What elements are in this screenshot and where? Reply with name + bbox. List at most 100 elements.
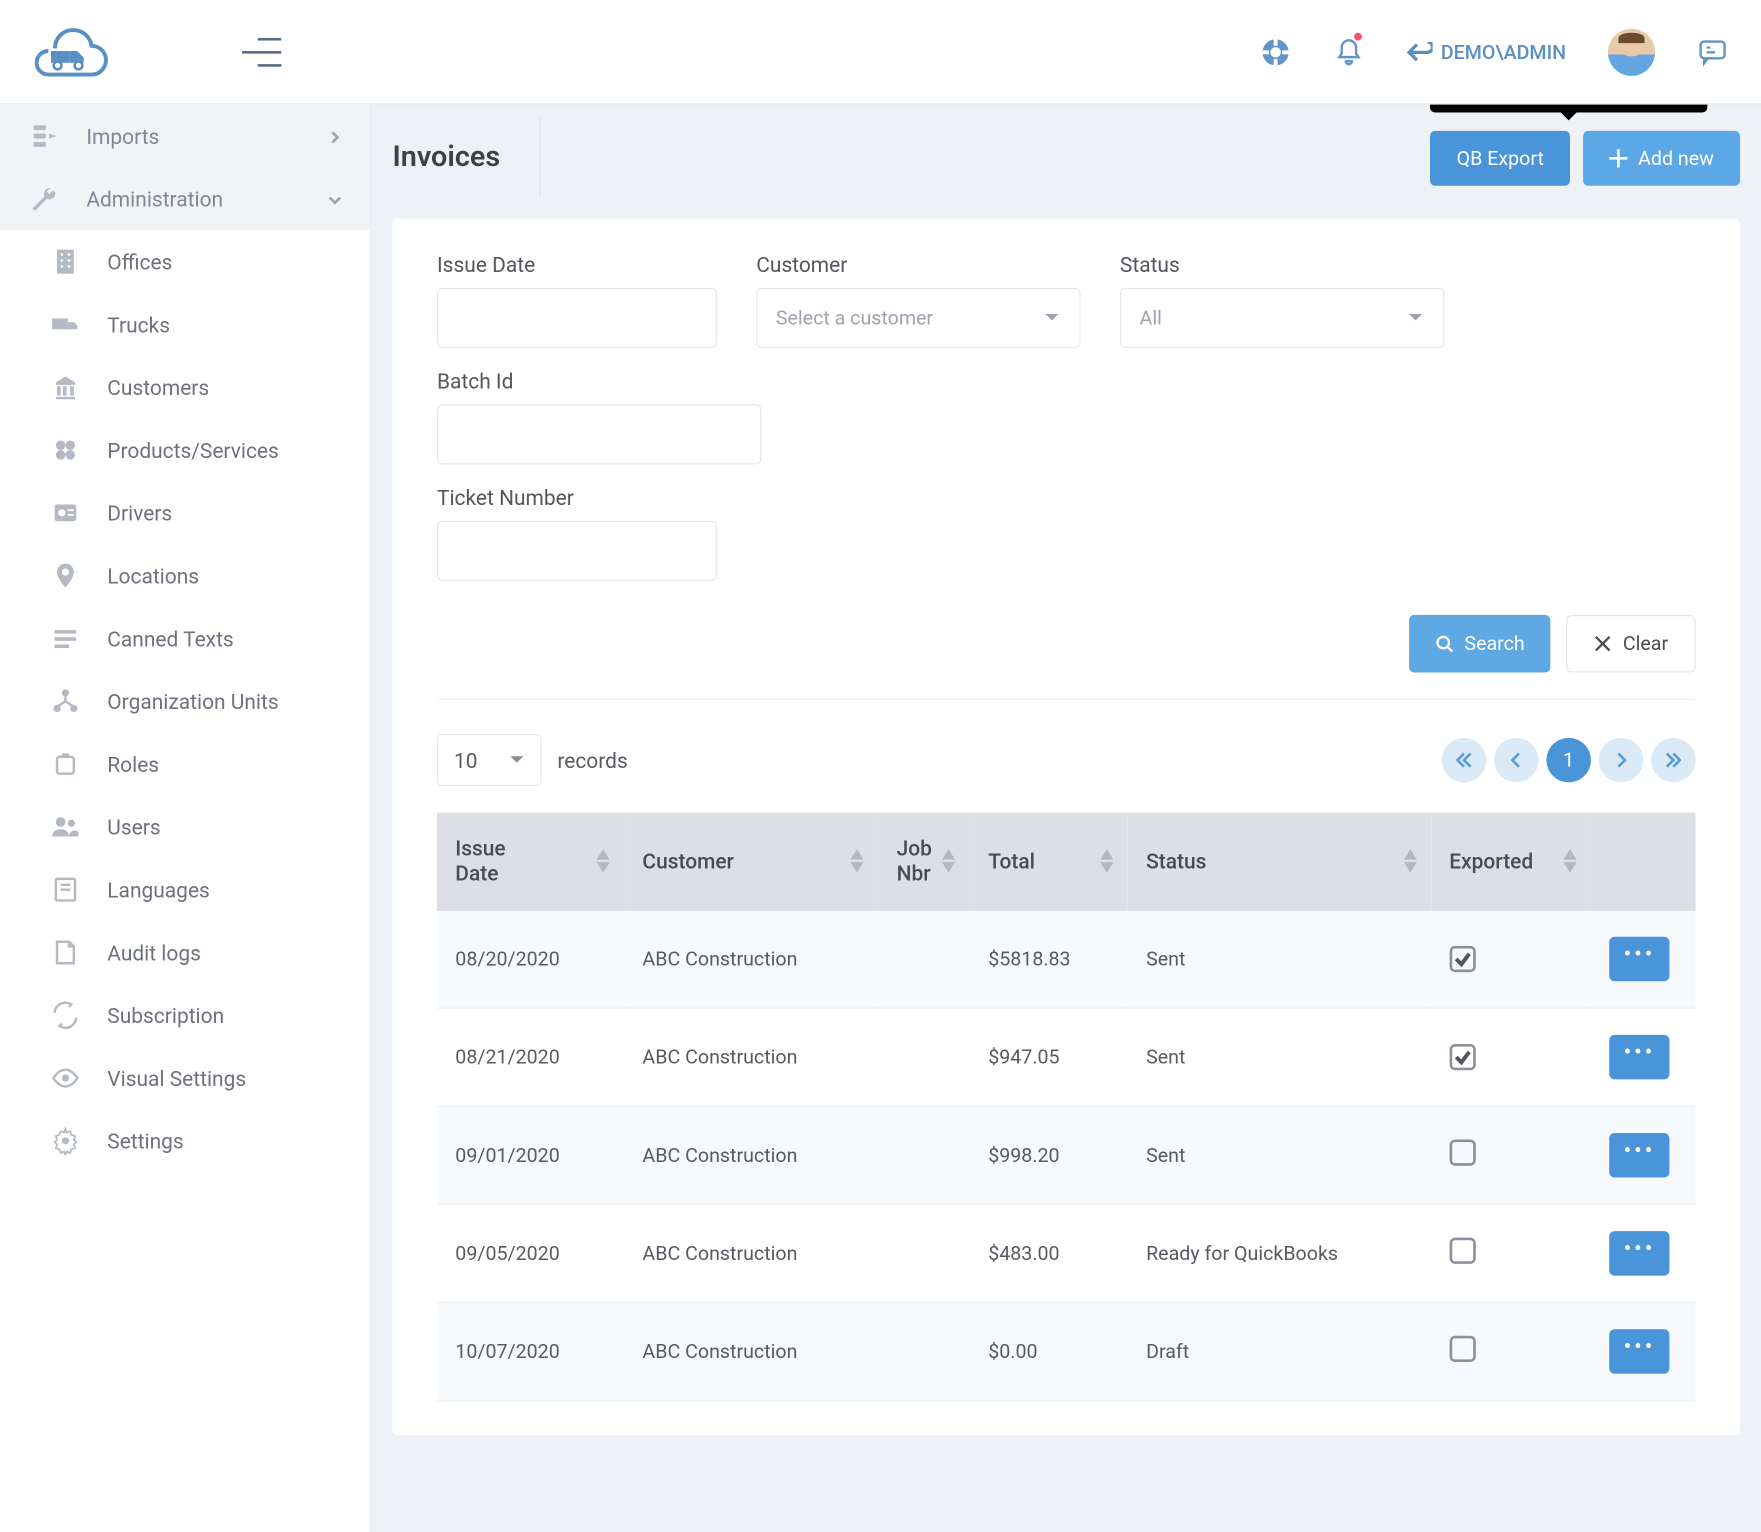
cell-customer: ABC Construction [624, 1204, 878, 1302]
sidebar-item-users[interactable]: Users [0, 795, 370, 858]
sort-icon [850, 849, 866, 873]
cell-exported [1431, 1008, 1591, 1106]
cell-date: 09/01/2020 [437, 1106, 624, 1204]
sidebar-label: Audit logs [107, 940, 201, 965]
clear-button[interactable]: Clear [1567, 615, 1696, 673]
sidebar-item-visual-settings[interactable]: Visual Settings [0, 1047, 370, 1110]
exported-checkbox[interactable] [1449, 1336, 1475, 1362]
filter-label: Ticket Number [437, 485, 1656, 510]
filter-batch-id: Batch Id [437, 369, 801, 465]
filter-card: Issue Date Customer Select a customer St… [392, 218, 1740, 1435]
ticket-number-input[interactable] [437, 521, 717, 581]
col-exported[interactable]: Exported [1431, 812, 1591, 909]
row-actions-button[interactable]: ••• [1609, 1231, 1669, 1275]
sidebar-label: Trucks [107, 312, 170, 337]
pager-next-button[interactable] [1599, 738, 1643, 782]
cell-status: Ready for QuickBooks [1128, 1204, 1431, 1302]
row-actions-button[interactable]: ••• [1609, 1035, 1669, 1079]
sidebar-item-languages[interactable]: Languages [0, 858, 370, 921]
cell-job [878, 1106, 970, 1204]
menu-icon [50, 1125, 81, 1156]
col-total[interactable]: Total [970, 812, 1128, 909]
sidebar-item-trucks[interactable]: Trucks [0, 293, 370, 356]
col-job-nbr[interactable]: Job Nbr [878, 812, 970, 909]
sidebar-label: Locations [107, 563, 199, 588]
sidebar-item-canned-texts[interactable]: Canned Texts [0, 607, 370, 670]
cell-exported [1431, 910, 1591, 1008]
pager-last-button[interactable] [1651, 738, 1695, 782]
filter-customer: Customer Select a customer [756, 253, 1120, 349]
exported-checkbox[interactable] [1449, 1043, 1475, 1069]
sidebar-item-audit-logs[interactable]: Audit logs [0, 921, 370, 984]
sidebar-label: Administration [86, 186, 223, 211]
cell-date: 08/21/2020 [437, 1008, 624, 1106]
pager-first-button[interactable] [1442, 738, 1486, 782]
qb-export-tooltip: Create QuickBooks Export File [1430, 105, 1707, 112]
sidebar-label: Customers [107, 375, 209, 400]
sidebar: Imports Administration Offices Trucks Cust… [0, 105, 372, 1532]
notifications-icon[interactable] [1334, 36, 1365, 67]
cell-total: $483.00 [970, 1204, 1128, 1302]
menu-icon [50, 811, 81, 842]
filter-ticket-number: Ticket Number [437, 485, 1696, 581]
user-avatar[interactable] [1608, 28, 1655, 75]
chat-icon[interactable] [1697, 36, 1728, 67]
pager-page-1[interactable]: 1 [1546, 738, 1590, 782]
cell-exported [1431, 1106, 1591, 1204]
select-value: 10 [454, 748, 478, 773]
issue-date-input[interactable] [437, 288, 717, 348]
add-new-button[interactable]: Add new [1583, 130, 1740, 185]
button-label: Clear [1623, 632, 1668, 656]
sidebar-item-imports[interactable]: Imports [0, 105, 370, 168]
app-logo[interactable] [33, 24, 111, 79]
menu-icon [50, 497, 81, 528]
col-status[interactable]: Status [1128, 812, 1431, 909]
row-actions-button[interactable]: ••• [1609, 1329, 1669, 1373]
menu-icon [50, 623, 81, 654]
exported-checkbox[interactable] [1449, 1140, 1475, 1166]
filter-label: Issue Date [437, 253, 717, 278]
exported-checkbox[interactable] [1449, 1238, 1475, 1264]
sidebar-item-administration[interactable]: Administration [0, 167, 370, 230]
cell-date: 10/07/2020 [437, 1302, 624, 1400]
sidebar-label: Offices [107, 249, 172, 274]
cell-date: 09/05/2020 [437, 1204, 624, 1302]
menu-toggle-icon[interactable] [242, 37, 281, 66]
search-button[interactable]: Search [1409, 615, 1550, 673]
sidebar-item-organization-units[interactable]: Organization Units [0, 670, 370, 733]
sidebar-item-customers[interactable]: Customers [0, 356, 370, 419]
cell-total: $0.00 [970, 1302, 1128, 1400]
sidebar-item-locations[interactable]: Locations [0, 544, 370, 607]
invoices-table: Issue DateCustomerJob NbrTotalStatusExpo… [437, 812, 1696, 1401]
col-actions [1591, 812, 1696, 909]
sidebar-item-drivers[interactable]: Drivers [0, 481, 370, 544]
pager-prev-button[interactable] [1494, 738, 1538, 782]
page-size-select[interactable]: 10 [437, 734, 542, 786]
sidebar-label: Visual Settings [107, 1066, 246, 1091]
qb-export-button[interactable]: QB Export [1430, 130, 1570, 185]
sidebar-item-roles[interactable]: Roles [0, 733, 370, 796]
col-customer[interactable]: Customer [624, 812, 878, 909]
col-issue-date[interactable]: Issue Date [437, 812, 624, 909]
records-label: records [557, 748, 627, 773]
pagination: 1 [1442, 738, 1696, 782]
filter-issue-date: Issue Date [437, 253, 756, 349]
table-row: 09/05/2020ABC Construction $483.00Ready f… [437, 1204, 1696, 1302]
filter-label: Batch Id [437, 369, 761, 394]
menu-icon [50, 560, 81, 591]
filter-label: Customer [756, 253, 1080, 278]
sidebar-item-offices[interactable]: Offices [0, 230, 370, 293]
cell-job [878, 1302, 970, 1400]
customer-select[interactable]: Select a customer [756, 288, 1080, 348]
content-area: Invoices Create QuickBooks Export File Q… [372, 105, 1761, 1532]
help-icon[interactable] [1260, 36, 1291, 67]
impersonation-back-link[interactable]: DEMO\ADMIN [1407, 40, 1566, 64]
exported-checkbox[interactable] [1449, 945, 1475, 971]
cell-total: $998.20 [970, 1106, 1128, 1204]
status-select[interactable]: All [1120, 288, 1444, 348]
sidebar-item-subscription[interactable]: Subscription [0, 984, 370, 1047]
sidebar-item-products-services[interactable]: Products/Services [0, 419, 370, 482]
row-actions-button[interactable]: ••• [1609, 937, 1669, 981]
batch-id-input[interactable] [437, 404, 761, 464]
sidebar-item-settings[interactable]: Settings [0, 1109, 370, 1172]
